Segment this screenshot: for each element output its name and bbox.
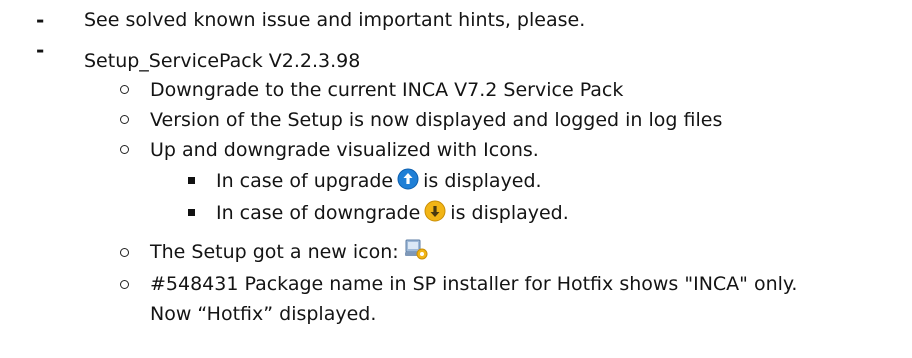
circle-bullet <box>120 145 129 154</box>
list-item: Version of the Setup is now displayed an… <box>150 106 722 134</box>
list-item-continuation: Now “Hotfix” displayed. <box>150 300 376 328</box>
square-bullet <box>188 177 195 184</box>
item-text: #548431 Package name in SP installer for… <box>150 272 798 295</box>
circle-bullet <box>120 85 129 94</box>
item-text: Version of the Setup is now displayed an… <box>150 108 723 131</box>
square-bullet <box>188 209 195 216</box>
circle-bullet <box>120 280 129 289</box>
circle-bullet <box>120 115 129 124</box>
circle-bullet <box>120 248 129 257</box>
list-item: Downgrade to the current INCA V7.2 Servi… <box>150 76 623 104</box>
item-text-before-icon: The Setup got a new icon: <box>150 240 399 263</box>
upgrade-arrow-icon <box>397 168 419 194</box>
setup-installer-icon <box>403 238 429 266</box>
list-item: The Setup got a new icon: <box>150 238 433 266</box>
item-text: Up and downgrade visualized with Icons. <box>150 138 539 161</box>
dash-bullet: - <box>36 38 45 62</box>
item-text-before-icon: In case of downgrade <box>216 201 421 224</box>
list-item: See solved known issue and important hin… <box>84 6 585 34</box>
list-item: In case of upgrade is displayed. <box>216 167 542 195</box>
list-item: Up and downgrade visualized with Icons. <box>150 136 539 164</box>
downgrade-arrow-icon <box>424 200 446 226</box>
item-text-after-icon: is displayed. <box>450 201 569 224</box>
list-item: #548431 Package name in SP installer for… <box>150 270 797 298</box>
item-text: Downgrade to the current INCA V7.2 Servi… <box>150 78 624 101</box>
list-item: In case of downgrade is displayed. <box>216 199 569 227</box>
item-text: See solved known issue and important hin… <box>84 8 586 31</box>
item-text-before-icon: In case of upgrade <box>216 169 394 192</box>
item-text: Setup_ServicePack V2.2.3.98 <box>84 49 361 72</box>
item-text-after-icon: is displayed. <box>423 169 542 192</box>
list-item: Setup_ServicePack V2.2.3.98 <box>84 47 360 75</box>
dash-bullet: - <box>36 8 45 32</box>
item-text: Now “Hotfix” displayed. <box>150 302 377 325</box>
